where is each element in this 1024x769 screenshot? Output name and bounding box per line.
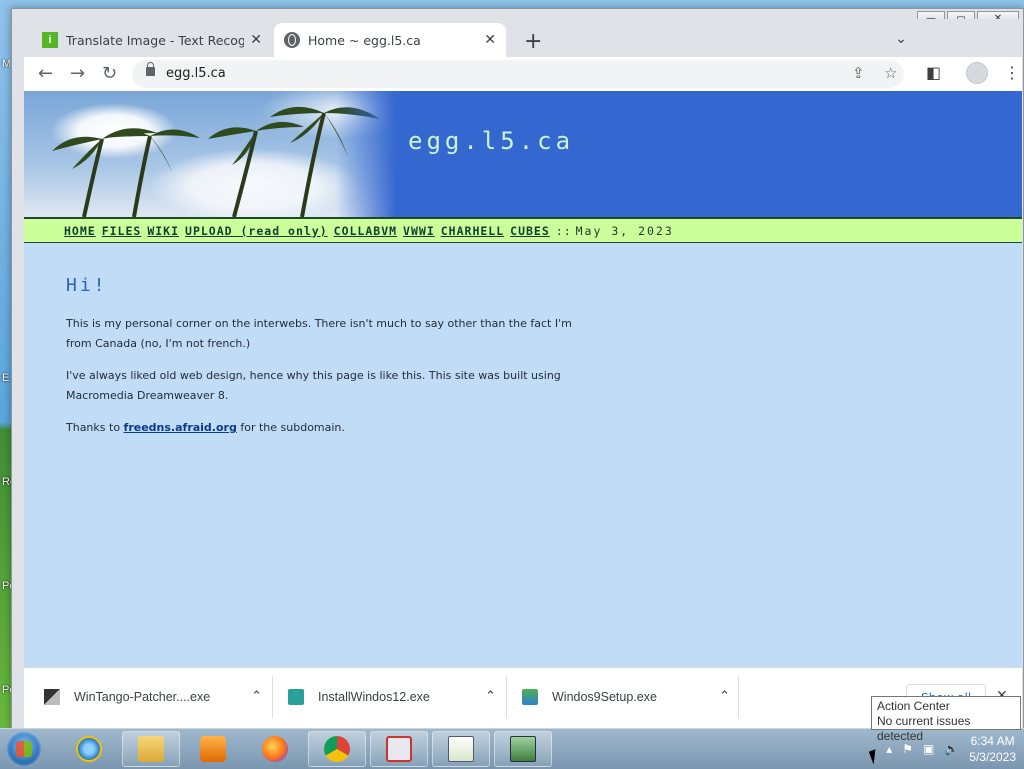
volume-icon[interactable]: 🔈 [944, 742, 959, 756]
close-tab-icon[interactable]: ✕ [484, 32, 496, 48]
nav-link-home[interactable]: HOME [64, 224, 96, 238]
freedns-link[interactable]: freedns.afraid.org [124, 421, 237, 434]
taskbar-app-file-explorer[interactable] [122, 731, 180, 767]
notepad-icon [448, 736, 474, 762]
site-nav-bar: HOME FILES WIKI UPLOAD (read only) COLLA… [24, 217, 1022, 243]
internet-explorer-icon [76, 736, 102, 762]
taskbar-app-internet-explorer[interactable] [60, 731, 118, 767]
download-filename: WinTango-Patcher....exe [74, 690, 211, 704]
media-player-icon [200, 736, 226, 762]
site-banner: egg.l5.ca [24, 91, 1022, 217]
side-panel-icon[interactable]: ◧ [926, 63, 941, 82]
thanks-text: Thanks to [66, 421, 124, 434]
lock-icon[interactable] [146, 62, 155, 76]
nav-link-vwwi[interactable]: VWWI [403, 224, 435, 238]
palm-trees-image [24, 91, 396, 217]
setup-icon [288, 689, 304, 705]
web-page: egg.l5.ca HOME FILES WIKI UPLOAD (read o… [24, 91, 1022, 667]
nav-separator: :: [555, 223, 572, 238]
profile-avatar[interactable] [966, 62, 988, 84]
file-explorer-icon [138, 736, 164, 762]
share-icon[interactable]: ⇪ [852, 64, 865, 82]
desktop-icon-label: E [2, 372, 10, 384]
taskbar-app-chrome[interactable] [308, 731, 366, 767]
start-button[interactable] [6, 731, 42, 767]
globe-icon [284, 32, 300, 48]
main-content: Hi! This is my personal corner on the in… [66, 275, 586, 450]
tab-title: Home ~ egg.l5.ca [308, 32, 421, 48]
setup-icon [522, 689, 538, 705]
nav-link-charhell[interactable]: CHARHELL [441, 224, 504, 238]
site-title: egg.l5.ca [408, 127, 575, 155]
snipping-tool-icon [386, 736, 412, 762]
browser-window: — ▭ ✕ i Translate Image - Text Recogniti… [11, 8, 1024, 730]
download-filename: Windos9Setup.exe [552, 690, 657, 704]
action-center-tooltip: Action Center No current issues detected [871, 696, 1021, 743]
page-heading: Hi! [66, 275, 108, 296]
tab-translate-image[interactable]: i Translate Image - Text Recognitic ✕ [32, 23, 272, 57]
nav-link-upload[interactable]: UPLOAD (read only) [185, 224, 328, 238]
nav-link-files[interactable]: FILES [102, 224, 142, 238]
show-hidden-icons-arrow[interactable]: ▴ [886, 742, 892, 756]
download-filename: InstallWindos12.exe [318, 690, 430, 704]
tab-search-dropdown-icon[interactable]: ⌄ [895, 31, 907, 47]
tab-strip: i Translate Image - Text Recognitic ✕ Ho… [24, 19, 1023, 57]
download-item[interactable]: WinTango-Patcher....exe ⌃ [44, 668, 272, 726]
intro-paragraph: This is my personal corner on the interw… [66, 317, 572, 350]
nav-date: May 3, 2023 [575, 223, 674, 238]
browser-toolbar: ← → ↻ egg.l5.ca ⇪ ☆ ◧ ⋮ [24, 57, 1022, 91]
nav-link-collabvm[interactable]: COLLABVM [334, 224, 397, 238]
design-paragraph: I've always liked old web design, hence … [66, 369, 561, 402]
green-i-icon: i [42, 32, 58, 48]
download-options-chevron-icon[interactable]: ⌃ [719, 688, 730, 704]
new-tab-button[interactable]: + [524, 29, 542, 54]
installer-icon [44, 689, 60, 705]
desktop-icon-label: M [2, 58, 12, 70]
download-item[interactable]: InstallWindos12.exe ⌃ [288, 668, 506, 726]
thanks-paragraph: Thanks to freedns.afraid.org for the sub… [66, 418, 586, 438]
divider [506, 676, 507, 718]
download-item[interactable]: Windos9Setup.exe ⌃ [522, 668, 740, 726]
firefox-icon [262, 736, 288, 762]
nav-link-cubes[interactable]: CUBES [510, 224, 550, 238]
taskbar-app-snipping-tool[interactable] [370, 731, 428, 767]
forward-button[interactable]: → [70, 63, 85, 85]
taskbar-app-notepad[interactable] [432, 731, 490, 767]
clock-date: 5/3/2023 [969, 750, 1016, 764]
back-button[interactable]: ← [38, 63, 53, 85]
tooltip-title: Action Center [877, 699, 950, 713]
download-options-chevron-icon[interactable]: ⌃ [485, 688, 496, 704]
tab-title: Translate Image - Text Recognitic [66, 32, 245, 48]
tooltip-body: No current issues detected [877, 714, 971, 743]
network-icon[interactable]: ▣ [923, 742, 934, 756]
remote-desktop-icon [510, 736, 536, 762]
action-center-flag-icon[interactable]: ⚑ [902, 742, 913, 756]
bookmark-star-icon[interactable]: ☆ [884, 64, 897, 82]
nav-link-wiki[interactable]: WIKI [147, 224, 179, 238]
url-text[interactable]: egg.l5.ca [166, 66, 226, 81]
windows-taskbar: ▴ ⚑ ▣ 🔈 6:34 AM 5/3/2023 [0, 728, 1024, 769]
chrome-icon [324, 736, 350, 762]
menu-kebab-icon[interactable]: ⋮ [1004, 63, 1020, 82]
taskbar-app-firefox[interactable] [246, 731, 304, 767]
divider [272, 676, 273, 718]
download-options-chevron-icon[interactable]: ⌃ [251, 688, 262, 704]
address-bar[interactable]: egg.l5.ca ⇪ ☆ [132, 60, 904, 88]
close-tab-icon[interactable]: ✕ [250, 32, 262, 48]
taskbar-app-remote-desktop[interactable] [494, 731, 552, 767]
tab-home-egg[interactable]: Home ~ egg.l5.ca ✕ [274, 23, 506, 57]
taskbar-app-media-player[interactable] [184, 731, 242, 767]
divider [738, 676, 739, 718]
reload-button[interactable]: ↻ [102, 63, 117, 85]
thanks-text-end: for the subdomain. [236, 421, 345, 434]
